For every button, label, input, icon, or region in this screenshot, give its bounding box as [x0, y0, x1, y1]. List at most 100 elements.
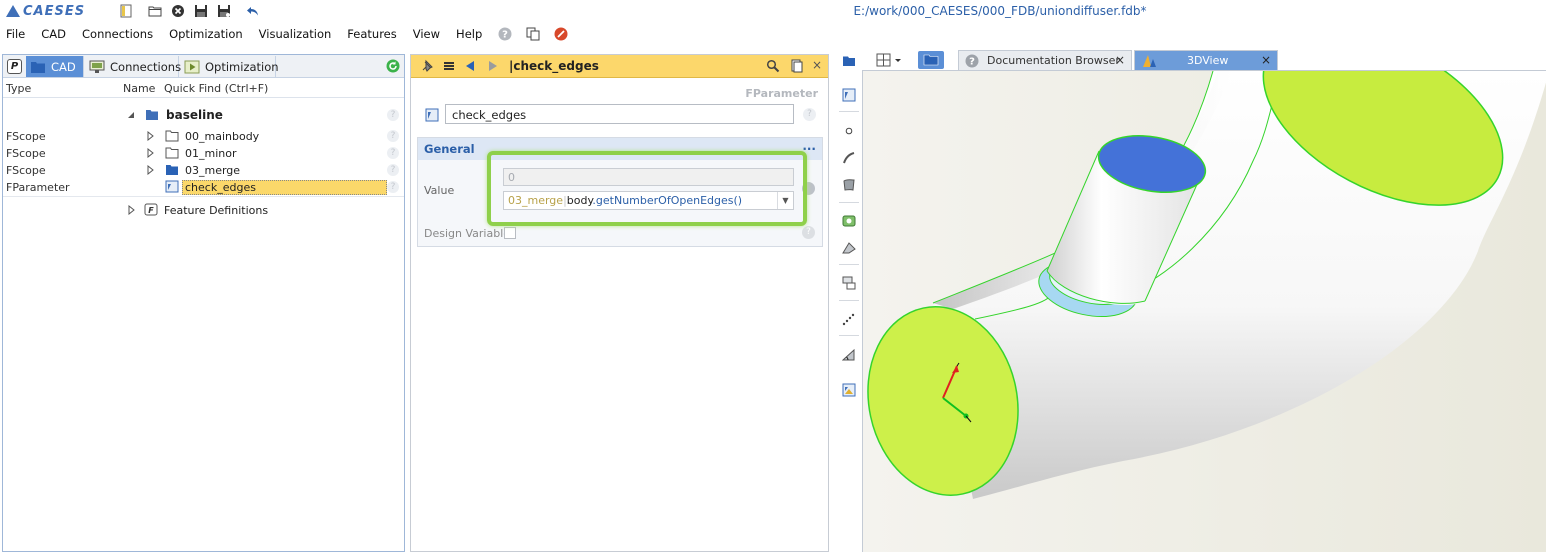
tree-divider: [3, 196, 404, 197]
tab-cad[interactable]: CAD: [26, 56, 84, 77]
folder-icon[interactable]: [842, 54, 856, 68]
menu-optimization[interactable]: Optimization: [169, 27, 243, 41]
stop-icon[interactable]: [554, 27, 568, 41]
3d-viewport[interactable]: [862, 70, 1546, 552]
tree-column-header: Type Name Quick Find (Ctrl+F): [3, 79, 404, 98]
collapsed-arrow-icon[interactable]: [146, 131, 154, 141]
angle-icon[interactable]: [842, 348, 856, 362]
help-icon[interactable]: ?: [802, 226, 815, 239]
pin-icon[interactable]: [420, 59, 434, 73]
tree-row-check-edges[interactable]: FParameter check_edges ?: [3, 179, 404, 196]
object-name-field[interactable]: check_edges: [445, 104, 794, 124]
close-icon[interactable]: ×: [1115, 53, 1125, 67]
help-icon[interactable]: ?: [387, 147, 399, 159]
collapsed-arrow-icon[interactable]: [146, 165, 154, 175]
menu-visualization[interactable]: Visualization: [259, 27, 332, 41]
tab-connections[interactable]: Connections: [85, 56, 181, 77]
row-type: FScope: [6, 147, 46, 160]
svg-text:F: F: [148, 206, 154, 215]
menu-features[interactable]: Features: [347, 27, 396, 41]
close-icon[interactable]: ×: [1261, 53, 1271, 67]
layout-icon[interactable]: [876, 52, 904, 68]
toolbar-separator: [839, 300, 859, 301]
help-icon[interactable]: ?: [387, 181, 399, 193]
folder-outline-icon: [165, 129, 179, 142]
row-type: FParameter: [6, 181, 70, 194]
menu-file[interactable]: File: [6, 27, 25, 41]
refresh-icon[interactable]: [386, 59, 400, 73]
tree-row-01-minor[interactable]: FScope 01_minor ?: [3, 145, 404, 162]
parameter-icon: [165, 180, 179, 193]
open-folder-icon[interactable]: [148, 4, 162, 18]
play-icon: [184, 60, 200, 74]
help-icon[interactable]: ?: [803, 108, 816, 121]
help-icon[interactable]: ?: [387, 109, 399, 121]
clone-icon[interactable]: [789, 59, 803, 73]
design-variable-checkbox[interactable]: [504, 227, 516, 239]
row-name: 00_mainbody: [185, 130, 260, 143]
monitor-icon: [89, 60, 105, 74]
view-icon[interactable]: [842, 88, 856, 102]
toolbar-separator: [839, 111, 859, 112]
tab-3dview[interactable]: 3DView ×: [1134, 50, 1278, 70]
scale-icon[interactable]: [842, 276, 856, 290]
save-icon[interactable]: [194, 4, 208, 18]
back-arrow-icon[interactable]: [463, 59, 477, 73]
tab-optimization[interactable]: Optimization: [180, 56, 279, 77]
section-menu-button[interactable]: ...: [802, 139, 816, 153]
3d-scene[interactable]: [863, 71, 1546, 552]
tab-optimization-label: Optimization: [205, 59, 279, 74]
tree-row-03-merge[interactable]: FScope 03_merge ?: [3, 162, 404, 179]
dotted-line-icon[interactable]: [842, 312, 856, 326]
forward-arrow-icon[interactable]: [486, 59, 500, 73]
p-badge[interactable]: P: [7, 59, 22, 74]
tree-row-baseline[interactable]: baseline ?: [3, 105, 404, 125]
help-icon[interactable]: ?: [387, 164, 399, 176]
undo-icon[interactable]: [246, 4, 260, 18]
tab-documentation-browser[interactable]: ? Documentation Browser ×: [958, 50, 1132, 70]
search-icon[interactable]: [766, 59, 780, 73]
editor-toolbar: |check_edges ×: [411, 55, 828, 78]
column-type[interactable]: Type: [6, 82, 31, 95]
row-type: FScope: [6, 164, 46, 177]
folder-icon[interactable]: [918, 51, 944, 69]
help-icon[interactable]: ?: [387, 130, 399, 142]
expression-scope: 03_merge: [508, 194, 564, 207]
image-icon[interactable]: [842, 383, 856, 397]
collapsed-arrow-icon[interactable]: [127, 205, 135, 215]
menu-cad[interactable]: CAD: [41, 27, 66, 41]
point-icon[interactable]: [842, 124, 856, 138]
curve-icon[interactable]: [842, 151, 856, 165]
value-label: Value: [424, 184, 455, 197]
help-icon[interactable]: ?: [498, 27, 512, 41]
collapsed-arrow-icon[interactable]: [146, 148, 154, 158]
row-name: check_edges: [182, 180, 387, 195]
copy-window-icon[interactable]: [526, 27, 540, 41]
editor-title: |check_edges: [509, 59, 599, 73]
tree-row-00-mainbody[interactable]: FScope 00_mainbody ?: [3, 128, 404, 145]
folder-outline-icon: [165, 146, 179, 159]
green-surface-icon[interactable]: [842, 214, 856, 228]
close-file-icon[interactable]: [171, 4, 185, 18]
toolbar-separator: [839, 335, 859, 336]
left-tabs: P CAD Connections Optimization: [3, 55, 404, 78]
expression-dropdown-button[interactable]: ▼: [777, 192, 793, 209]
close-icon[interactable]: ×: [812, 58, 822, 72]
general-section-header[interactable]: General ...: [418, 138, 822, 160]
surface-icon[interactable]: [842, 178, 856, 192]
panel-icon[interactable]: [119, 4, 133, 18]
save-as-icon[interactable]: [217, 4, 231, 18]
quick-find[interactable]: Quick Find (Ctrl+F): [164, 82, 268, 95]
menu-connections[interactable]: Connections: [82, 27, 153, 41]
wedge-icon[interactable]: [842, 241, 856, 255]
tree-row-feature-definitions[interactable]: F Feature Definitions: [3, 202, 404, 219]
list-icon[interactable]: [442, 59, 456, 73]
logo-text: CAESES: [23, 3, 86, 19]
column-name[interactable]: Name: [123, 82, 155, 95]
menu-view[interactable]: View: [413, 27, 440, 41]
value-help-icon[interactable]: [802, 182, 815, 195]
menu-help[interactable]: Help: [456, 27, 482, 41]
expanded-arrow-icon[interactable]: [127, 110, 135, 120]
row-name: 01_minor: [185, 147, 237, 160]
expression-input[interactable]: 03_merge|body.getNumberOfOpenEdges() ▼: [503, 191, 794, 210]
